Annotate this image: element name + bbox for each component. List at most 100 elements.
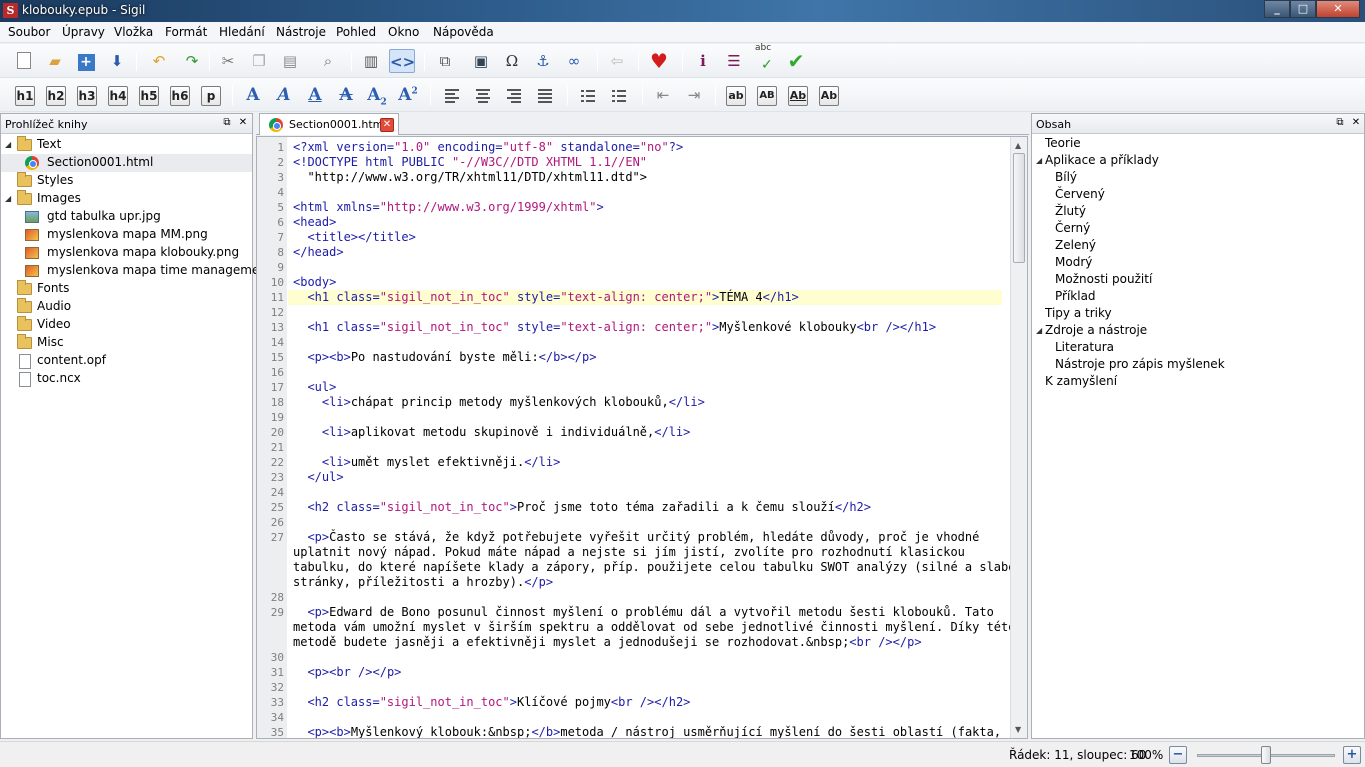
code-line[interactable]: <h1 class="sigil_not_in_toc" style="text… [293, 320, 936, 335]
toc-item[interactable]: Literatura [1055, 340, 1114, 357]
code-line[interactable]: "http://www.w3.org/TR/xhtml11/DTD/xhtml1… [293, 170, 647, 185]
close-panel-icon[interactable]: ✕ [237, 117, 249, 129]
code-line[interactable]: <li>umět myslet efektivněji.</li> [293, 455, 560, 470]
italic-icon[interactable]: A [272, 85, 296, 107]
tree-item[interactable]: Section0001.html [1, 154, 252, 172]
vertical-scrollbar[interactable]: ▲ ▼ [1010, 137, 1027, 738]
tree-item[interactable]: toc.ncx [1, 370, 252, 388]
toc-item[interactable]: Aplikace a příklady [1045, 153, 1159, 170]
tree-item[interactable]: Styles [1, 172, 252, 190]
code-line[interactable]: <?xml version="1.0" encoding="utf-8" sta… [293, 140, 683, 155]
code-line[interactable]: metoda vám umožní myslet v širším spektr… [293, 620, 1015, 635]
toc-item[interactable]: Teorie [1045, 136, 1081, 153]
sigil-app-icon[interactable]: S [3, 3, 18, 18]
strikethrough-icon[interactable]: A [334, 85, 358, 107]
code-editor[interactable]: 1 2 3 4 5 6 7 8 9 10 11 12 13 14 15 16 17 18 19 20 21 22 23 24 2… [256, 136, 1028, 739]
code-line[interactable]: <head> [293, 215, 336, 230]
undock-icon[interactable]: ⧉ [1334, 117, 1346, 129]
align-left-icon[interactable] [443, 87, 461, 105]
close-tab-icon[interactable]: ✕ [380, 118, 394, 132]
align-justify-icon[interactable] [536, 87, 554, 105]
code-line[interactable]: <p><br /></p> [293, 665, 401, 680]
code-line[interactable]: <h1 class="sigil_not_in_toc" style="text… [288, 290, 1002, 305]
link-icon[interactable]: ∞ [561, 49, 587, 73]
numbered-list-icon[interactable] [610, 87, 628, 105]
tree-item[interactable]: myslenkova mapa MM.png [1, 226, 252, 244]
increase-indent-icon[interactable]: ⇥ [681, 83, 707, 107]
code-line[interactable]: <p>Edward de Bono posunul činnost myšlen… [293, 605, 993, 620]
anchor-icon[interactable]: ⚓ [530, 49, 556, 73]
spellcheck-icon[interactable]: abc ✓ [752, 43, 778, 73]
menu-upravy[interactable]: Úpravy [62, 25, 105, 39]
cut-icon[interactable]: ✂ [215, 49, 241, 73]
undo-icon[interactable]: ↶ [146, 49, 172, 73]
add-file-icon[interactable]: + [73, 49, 99, 73]
align-right-icon[interactable] [505, 87, 523, 105]
toc-item[interactable]: Bílý [1055, 170, 1077, 187]
toc-item[interactable]: Červený [1055, 187, 1105, 204]
capitalize-button[interactable]: Ab [819, 86, 839, 106]
code-line[interactable]: <p><b>Myšlenkový klobouk:&nbsp;</b>metod… [293, 725, 1001, 738]
toc-item[interactable]: Žlutý [1055, 204, 1086, 221]
code-line[interactable]: uplatnit nový nápad. Pokud máte nápad a … [293, 545, 965, 560]
code-line[interactable]: </ul> [293, 470, 343, 485]
menu-format[interactable]: Formát [165, 25, 207, 39]
scroll-up-icon[interactable]: ▲ [1015, 141, 1021, 150]
toc-item[interactable]: Černý [1055, 221, 1090, 238]
uppercase-button[interactable]: AB [757, 86, 777, 106]
zoom-out-button[interactable]: − [1169, 746, 1187, 764]
paragraph-button[interactable]: p [201, 86, 221, 106]
bullet-list-icon[interactable] [579, 87, 597, 105]
code-line[interactable]: <h2 class="sigil_not_in_toc">Proč jsme t… [293, 500, 871, 515]
code-line[interactable]: <p><b>Po nastudování byste měli:</b></p> [293, 350, 596, 365]
menu-soubor[interactable]: Soubor [8, 25, 50, 39]
code-line[interactable]: <p>Často se stává, že když potřebujete v… [293, 530, 979, 545]
superscript-icon[interactable]: A2 [396, 85, 420, 107]
maximize-button[interactable]: □ [1290, 0, 1316, 18]
save-icon[interactable]: ⬇ [104, 49, 130, 73]
close-window-button[interactable]: ✕ [1316, 0, 1360, 18]
validate-checkmark-icon[interactable]: ✔ [783, 49, 809, 73]
split-view-icon[interactable]: ⧉ [432, 49, 458, 73]
toc-item[interactable]: K zamyšlení [1045, 374, 1117, 391]
book-view-icon[interactable]: ▥ [358, 49, 384, 73]
menu-hledani[interactable]: Hledání [219, 25, 265, 39]
tree-item[interactable]: Video [1, 316, 252, 334]
code-line[interactable]: <h2 class="sigil_not_in_toc">Klíčové poj… [293, 695, 690, 710]
tree-item[interactable]: ◢ Text [1, 136, 252, 154]
toc-item[interactable]: Možnosti použití [1055, 272, 1152, 289]
close-panel-icon[interactable]: ✕ [1350, 117, 1362, 129]
new-file-icon[interactable] [11, 49, 37, 73]
redo-icon[interactable]: ↷ [179, 49, 205, 73]
tree-item[interactable]: Audio [1, 298, 252, 316]
code-line[interactable]: <ul> [293, 380, 336, 395]
find-replace-icon[interactable]: ⌕ [315, 49, 341, 73]
code-view-icon[interactable]: <> [389, 49, 415, 73]
tree-item[interactable]: Misc [1, 334, 252, 352]
code-line[interactable]: <li>chápat princip metody myšlenkových k… [293, 395, 705, 410]
toc-item[interactable]: Příklad [1055, 289, 1096, 306]
tree-item[interactable]: myslenkova mapa time manageme... [1, 262, 271, 280]
heading-h6-button[interactable]: h6 [170, 86, 190, 106]
toc-item[interactable]: Nástroje pro zápis myšlenek [1055, 357, 1225, 374]
toc-item[interactable]: Zelený [1055, 238, 1096, 255]
heading-h4-button[interactable]: h4 [108, 86, 128, 106]
code-line[interactable]: <li>aplikovat metodu skupinově i individ… [293, 425, 690, 440]
scrollbar-thumb[interactable] [1013, 153, 1025, 263]
scroll-down-icon[interactable]: ▼ [1015, 725, 1021, 734]
code-line[interactable]: <title></title> [293, 230, 415, 245]
menu-nastroje[interactable]: Nástroje [276, 25, 326, 39]
copy-icon[interactable]: ❐ [246, 49, 272, 73]
code-line[interactable]: <body> [293, 275, 336, 290]
underline-icon[interactable]: A [303, 85, 327, 107]
decrease-indent-icon[interactable]: ⇤ [650, 83, 676, 107]
heading-h5-button[interactable]: h5 [139, 86, 159, 106]
titlecase-button[interactable]: Ab [788, 86, 808, 106]
code-line[interactable]: stránky, příležitosti a hrozby).</p> [293, 575, 553, 590]
code-line[interactable]: tabulku, do které napíšete klady a zápor… [293, 560, 1015, 575]
undock-icon[interactable]: ⧉ [221, 117, 233, 129]
code-line[interactable]: </head> [293, 245, 344, 260]
bold-icon[interactable]: A [241, 85, 265, 107]
code-line[interactable]: metodě budete jasněji a efektivněji mysl… [293, 635, 922, 650]
menu-okno[interactable]: Okno [388, 25, 419, 39]
